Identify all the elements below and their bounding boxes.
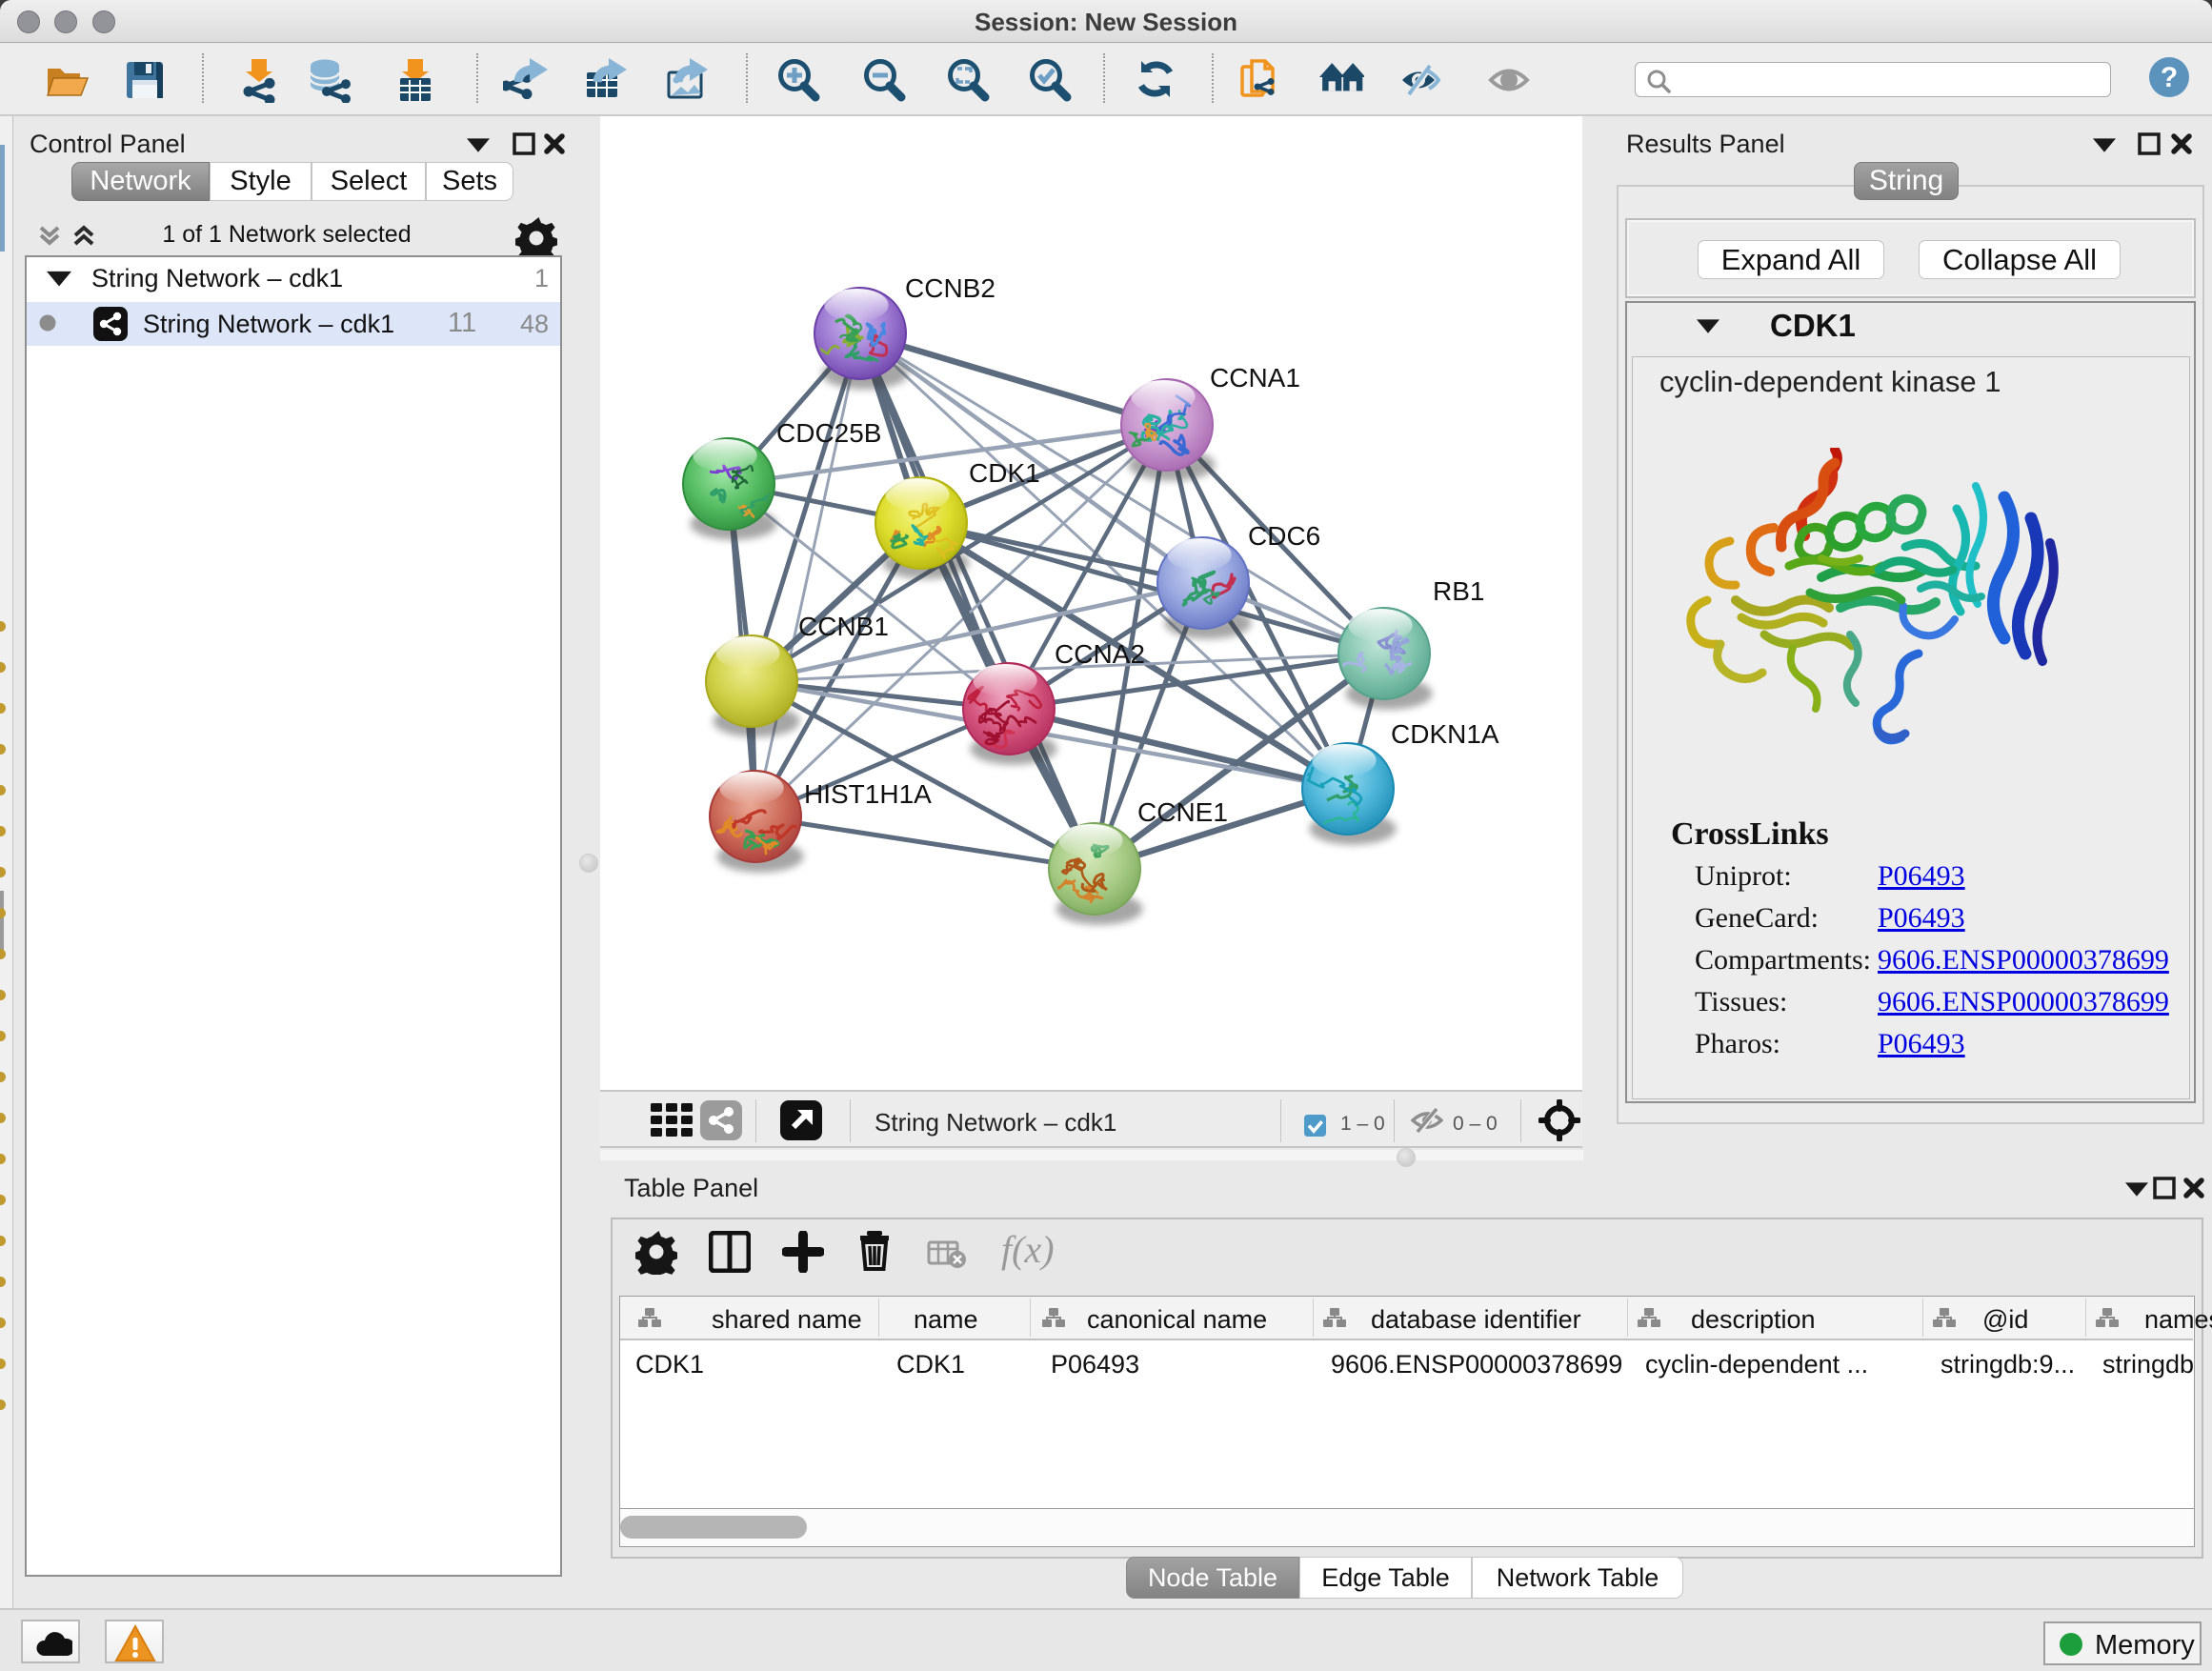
svg-text:CDK1: CDK1 bbox=[969, 458, 1040, 488]
svg-text:CDC25B: CDC25B bbox=[776, 418, 881, 448]
svg-text:CCNB2: CCNB2 bbox=[905, 273, 995, 303]
svg-text:CCNB1: CCNB1 bbox=[798, 612, 889, 641]
svg-text:HIST1H1A: HIST1H1A bbox=[804, 779, 932, 809]
svg-text:CCNA1: CCNA1 bbox=[1210, 363, 1300, 393]
svg-text:CCNE1: CCNE1 bbox=[1137, 797, 1228, 827]
svg-text:CCNA2: CCNA2 bbox=[1055, 639, 1145, 669]
svg-text:CDC6: CDC6 bbox=[1248, 521, 1320, 551]
svg-text:RB1: RB1 bbox=[1433, 576, 1484, 606]
svg-text:?: ? bbox=[2161, 62, 2178, 93]
svg-text:CDKN1A: CDKN1A bbox=[1391, 719, 1499, 749]
